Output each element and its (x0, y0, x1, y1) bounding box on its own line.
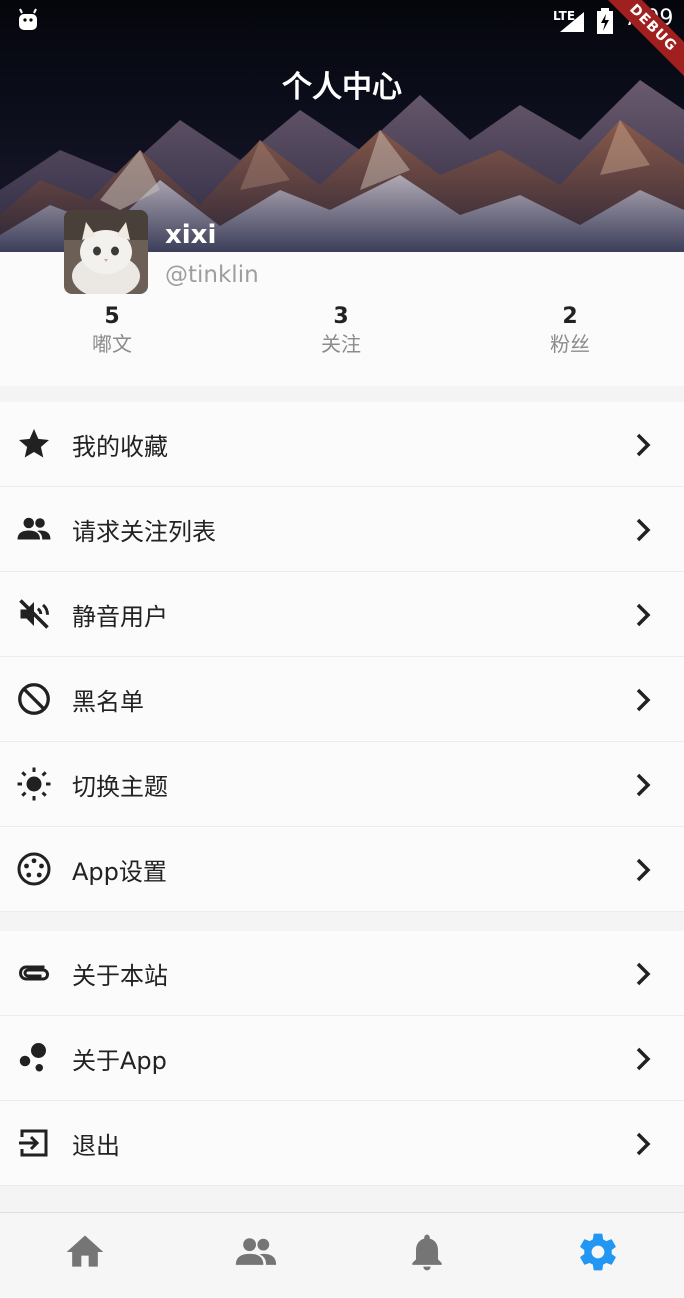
menu-item-logout[interactable]: 退出 (0, 1101, 684, 1186)
menu-item-app-settings[interactable]: App设置 (0, 827, 684, 912)
menu-item-follow-requests[interactable]: 请求关注列表 (0, 487, 684, 572)
bell-icon (412, 1234, 442, 1271)
chevron-right-icon (636, 603, 651, 627)
chevron-right-icon (636, 688, 651, 712)
nav-tab-people[interactable] (171, 1213, 342, 1298)
chevron-right-icon (636, 1132, 651, 1156)
page-title: 个人中心 (282, 70, 402, 105)
stat-following-label: 关注 (321, 332, 361, 356)
gear-icon (580, 1233, 616, 1271)
menu-item-label: 静音用户 (72, 602, 168, 631)
menu-group-account: 我的收藏 请求关注列表 静音用户 黑名单 切换主题 App设置 (0, 402, 684, 912)
chevron-right-icon (636, 858, 651, 882)
username: xixi (165, 220, 217, 250)
menu-item-about-app[interactable]: 关于App (0, 1016, 684, 1101)
menu-item-about-instance[interactable]: 关于本站 (0, 931, 684, 1016)
app-settings-icon (17, 852, 51, 886)
menu-item-label: 关于本站 (72, 961, 168, 990)
menu-item-label: 我的收藏 (72, 432, 168, 461)
bottom-navigation-bar (0, 1212, 684, 1298)
stat-posts-count: 5 (104, 304, 120, 329)
stat-following[interactable]: 3 关注 (281, 302, 401, 356)
menu-item-label: 黑名单 (72, 687, 144, 716)
chevron-right-icon (636, 433, 651, 457)
signal-icon (560, 12, 584, 32)
nav-tab-notifications[interactable] (342, 1213, 513, 1298)
menu-item-label: 请求关注列表 (72, 517, 216, 546)
chevron-right-icon (636, 1047, 651, 1071)
menu-item-muted-users[interactable]: 静音用户 (0, 572, 684, 657)
home-icon (66, 1235, 104, 1267)
cat-avatar-image (64, 210, 148, 294)
stat-followers-count: 2 (562, 304, 578, 329)
status-bar: LTE 7:09 (0, 0, 684, 40)
people-icon (17, 517, 51, 540)
menu-item-favourites[interactable]: 我的收藏 (0, 402, 684, 487)
menu-item-label: 关于App (72, 1046, 167, 1075)
nav-tab-home[interactable] (0, 1213, 171, 1298)
menu-group-about: 关于本站 关于App 退出 (0, 931, 684, 1186)
menu-item-switch-theme[interactable]: 切换主题 (0, 742, 684, 827)
stat-followers-label: 粉丝 (550, 332, 590, 356)
stat-posts-label: 嘟文 (92, 332, 132, 356)
menu-item-label: 切换主题 (72, 772, 168, 801)
menu-item-label: 退出 (72, 1131, 120, 1160)
volume-off-icon (19, 599, 49, 629)
exit-icon (19, 1129, 48, 1157)
stat-posts[interactable]: 5 嘟文 (52, 302, 172, 356)
user-handle: @tinklin (165, 262, 259, 288)
battery-charging-icon (597, 8, 613, 34)
chevron-right-icon (636, 962, 651, 986)
block-icon (18, 683, 50, 715)
menu-item-blocklist[interactable]: 黑名单 (0, 657, 684, 742)
chevron-right-icon (636, 773, 651, 797)
bubbles-icon (19, 1043, 46, 1072)
stat-following-count: 3 (333, 304, 349, 329)
people-icon (235, 1238, 277, 1265)
android-icon (19, 8, 37, 30)
brightness-icon (17, 767, 51, 801)
paperclip-icon (18, 965, 50, 981)
menu-item-label: App设置 (72, 857, 167, 886)
chevron-right-icon (636, 518, 651, 542)
nav-tab-settings[interactable] (513, 1213, 684, 1298)
star-icon (19, 429, 49, 458)
stat-followers[interactable]: 2 粉丝 (510, 302, 630, 356)
avatar[interactable] (64, 210, 148, 294)
